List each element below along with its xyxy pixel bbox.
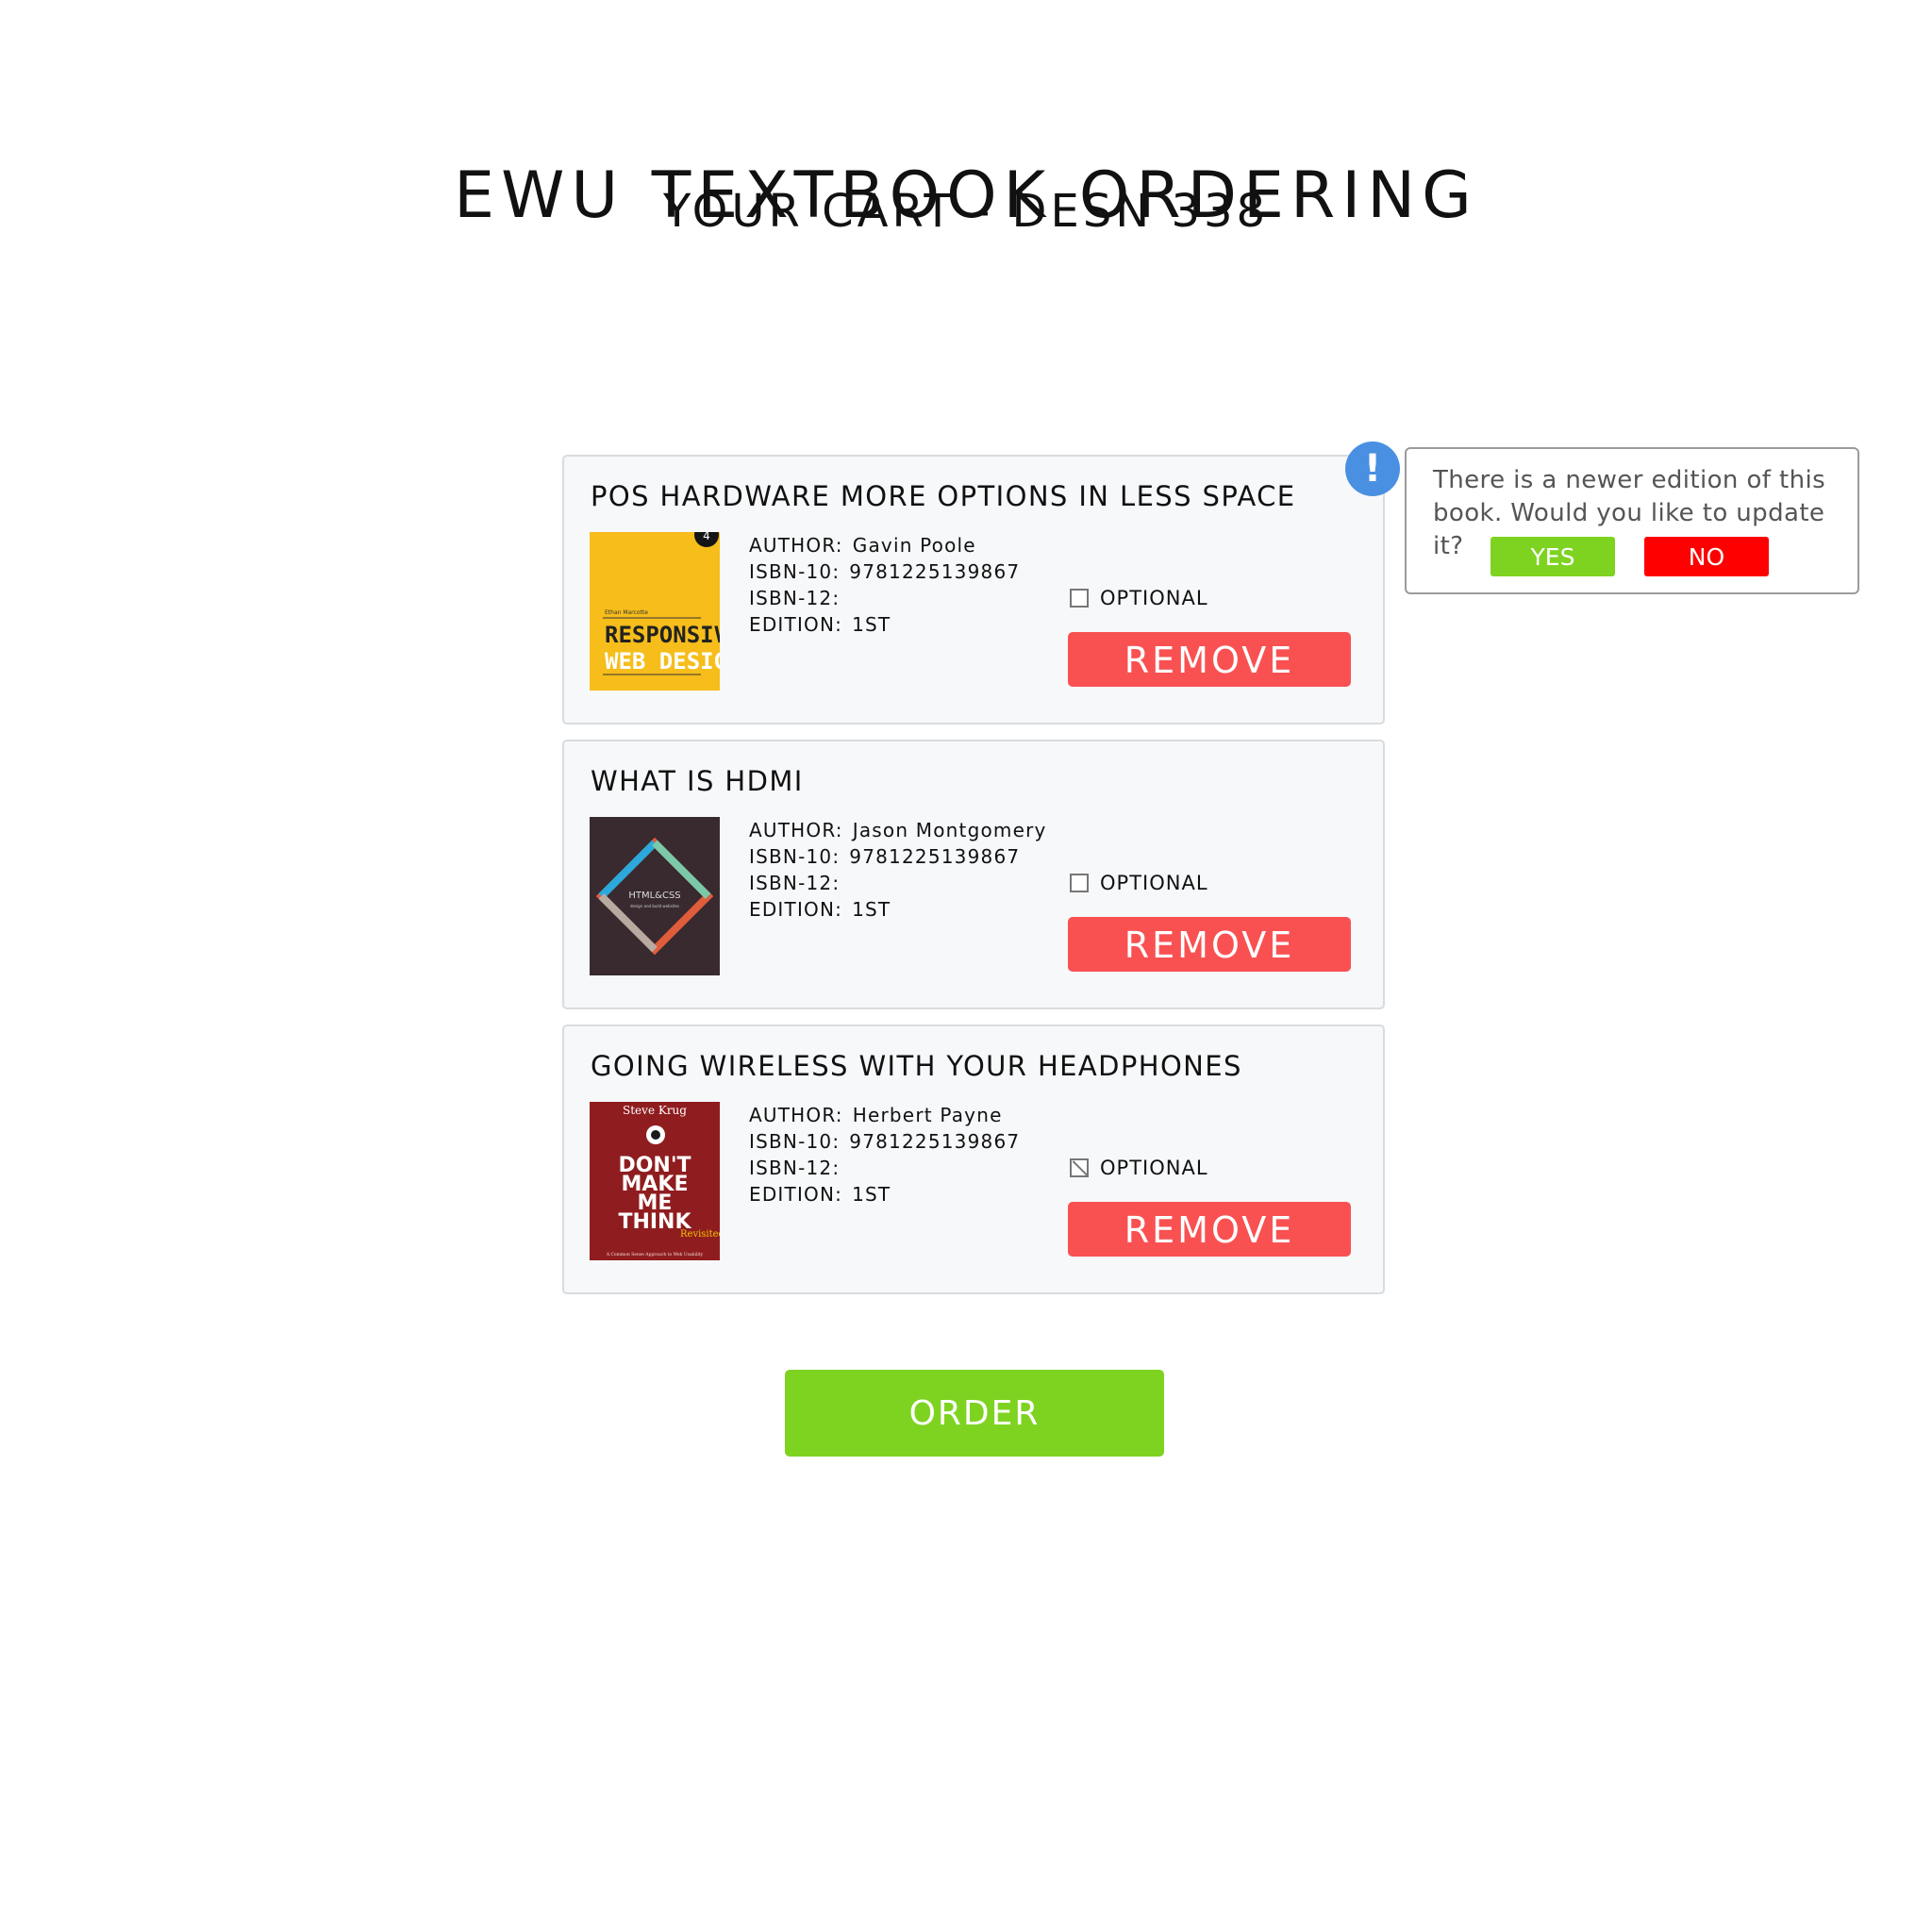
svg-text:RESPONSIVE: RESPONSIVE (605, 622, 720, 648)
cart-subtitle: YOUR CART - DESN 338 (662, 185, 1270, 238)
optional-label: OPTIONAL (1100, 587, 1208, 609)
remove-button[interactable]: REMOVE (1068, 1202, 1351, 1257)
book-meta: AUTHOR: Gavin Poole ISBN-10: 9781225139867… (749, 534, 1021, 636)
book-title: POS HARDWARE MORE OPTIONS IN LESS SPACE (591, 480, 1296, 512)
order-button[interactable]: ORDER (785, 1370, 1164, 1457)
checkbox-icon[interactable] (1070, 874, 1089, 892)
book-meta: AUTHOR: Jason Montgomery ISBN-10: 97812251… (749, 819, 1047, 921)
no-button[interactable]: NO (1644, 537, 1769, 576)
dont-make-me-think-cover: Steve Krug DON'T MAKE ME THINK Revisited… (590, 1102, 720, 1260)
book-cover: Steve Krug DON'T MAKE ME THINK Revisited… (590, 1102, 720, 1260)
remove-button[interactable]: REMOVE (1068, 632, 1351, 687)
cart-item-card: GOING WIRELESS WITH YOUR HEADPHONES Stev… (562, 1024, 1385, 1294)
optional-label: OPTIONAL (1100, 872, 1208, 894)
checkbox-icon[interactable] (1070, 589, 1089, 608)
optional-toggle[interactable]: OPTIONAL (1070, 1157, 1208, 1179)
svg-text:A Common Sense Approach to Web: A Common Sense Approach to Web Usability (606, 1252, 704, 1257)
remove-button[interactable]: REMOVE (1068, 917, 1351, 972)
cart-item-card: WHAT IS HDMI HTML&CSS design and build w… (562, 740, 1385, 1009)
svg-text:Steve Krug: Steve Krug (623, 1104, 687, 1117)
optional-toggle[interactable]: OPTIONAL (1070, 587, 1208, 609)
book-title: GOING WIRELESS WITH YOUR HEADPHONES (591, 1050, 1242, 1082)
optional-label: OPTIONAL (1100, 1157, 1208, 1179)
svg-text:Ethan Marcotte: Ethan Marcotte (605, 609, 648, 616)
svg-text:WEB DESIGN: WEB DESIGN (605, 648, 720, 675)
html-css-cover: HTML&CSS design and build websites (590, 817, 720, 975)
optional-toggle[interactable]: OPTIONAL (1070, 872, 1208, 894)
checkbox-icon[interactable] (1070, 1158, 1089, 1177)
svg-text:4: 4 (703, 532, 710, 542)
cart-item-card: POS HARDWARE MORE OPTIONS IN LESS SPACE … (562, 455, 1385, 724)
book-cover: HTML&CSS design and build websites (590, 817, 720, 975)
book-meta: AUTHOR: Herbert Payne ISBN-10: 97812251398… (749, 1104, 1021, 1206)
svg-text:HTML&CSS: HTML&CSS (628, 891, 680, 901)
responsive-web-design-cover: 4 Ethan Marcotte RESPONSIVE WEB DESIGN (590, 532, 720, 691)
svg-text:design and build websites: design and build websites (630, 904, 679, 908)
update-edition-popup: There is a newer edition of this book. W… (1405, 447, 1859, 594)
book-cover: 4 Ethan Marcotte RESPONSIVE WEB DESIGN (590, 532, 720, 691)
svg-text:Revisited: Revisited (680, 1229, 720, 1240)
exclamation-icon[interactable]: ! (1345, 441, 1400, 496)
yes-button[interactable]: YES (1491, 537, 1615, 576)
book-title: WHAT IS HDMI (591, 765, 804, 797)
